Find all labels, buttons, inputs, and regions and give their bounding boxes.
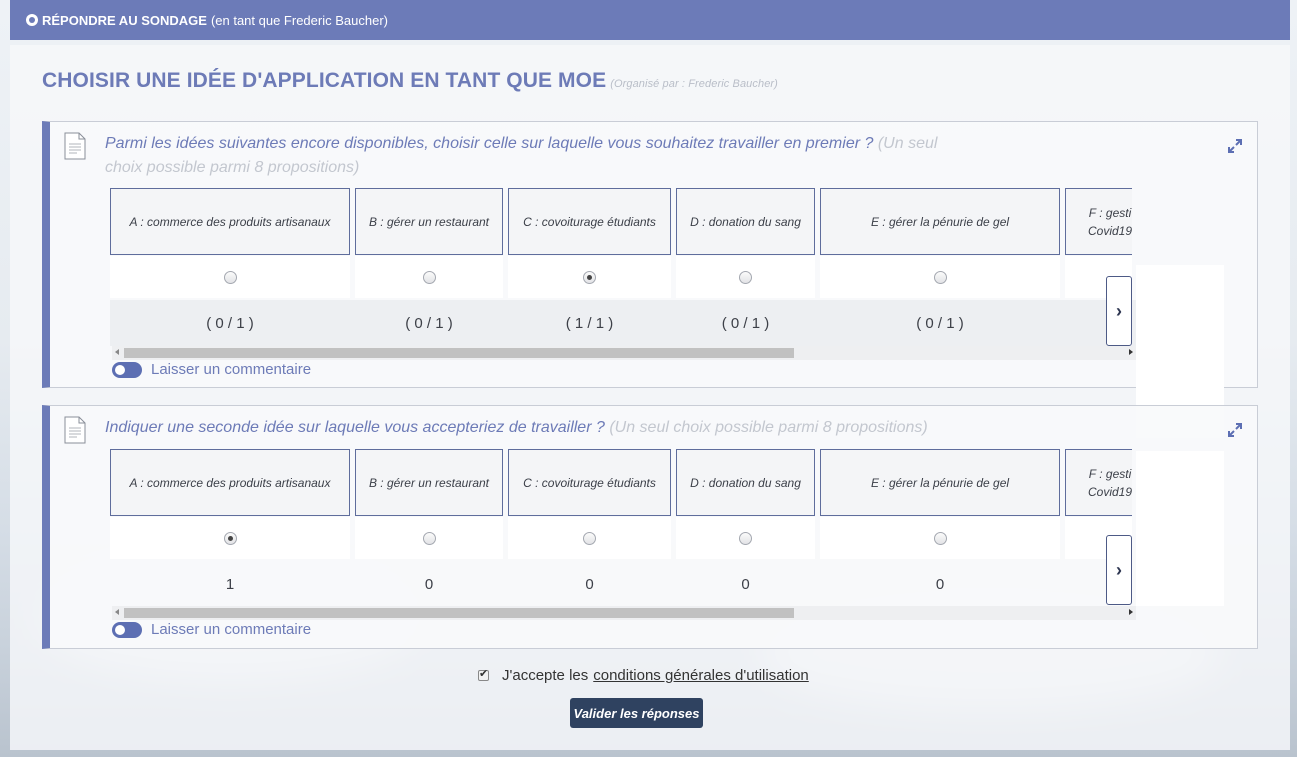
option-header: D : donation du sang: [676, 188, 815, 255]
comment-label: Laisser un commentaire: [151, 621, 312, 638]
options-count-row: 1 0 0 0 0: [110, 561, 1137, 607]
option-header: A : commerce des produits artisanaux: [110, 188, 350, 255]
comment-toggle[interactable]: Laisser un commentaire: [112, 621, 311, 638]
option-count: ( 0 / 1 ): [721, 314, 770, 332]
globe-icon: [26, 14, 38, 26]
option-radio[interactable]: [739, 270, 752, 284]
comment-label: Laisser un commentaire: [151, 361, 312, 378]
question-text: Indiquer une seconde idée sur laquelle v…: [105, 416, 1105, 440]
horizontal-scrollbar[interactable]: [112, 606, 1136, 620]
options-header-row: A : commerce des produits artisanaux B :…: [110, 188, 1137, 255]
option-radio[interactable]: [739, 531, 752, 545]
expand-icon[interactable]: [1227, 138, 1243, 154]
option-radio[interactable]: [583, 531, 596, 545]
header-subtitle: (en tant que Frederic Baucher): [210, 12, 388, 28]
comment-toggle[interactable]: Laisser un commentaire: [112, 361, 311, 378]
option-count: 0: [585, 575, 594, 593]
scroll-next-button[interactable]: ›: [1106, 276, 1132, 346]
scrollbar-thumb[interactable]: [124, 608, 794, 618]
horizontal-scrollbar[interactable]: [112, 346, 1136, 360]
terms-acceptance: J'accepte les conditions générales d'uti…: [478, 667, 809, 684]
document-icon: [64, 132, 86, 160]
toggle-switch[interactable]: [112, 621, 142, 638]
scroll-next-button[interactable]: ›: [1106, 535, 1132, 605]
scrollbar-thumb[interactable]: [124, 348, 794, 358]
option-count: 0: [935, 575, 945, 593]
options-header-row: A : commerce des produits artisanaux B :…: [110, 449, 1137, 516]
header-title: RÉPONDRE AU SONDAGE: [42, 12, 207, 28]
option-radio-selected[interactable]: [583, 270, 596, 284]
survey-title: CHOISIR UNE IDÉE D'APPLICATION EN TANT Q…: [42, 69, 778, 93]
document-icon: [64, 416, 86, 444]
toggle-switch[interactable]: [112, 361, 142, 378]
option-header: A : commerce des produits artisanaux: [110, 449, 350, 516]
options-radio-row: [110, 256, 1137, 298]
option-count: 0: [741, 575, 750, 593]
question-label: Parmi les idées suivantes encore disponi…: [105, 135, 874, 152]
option-header: C : covoiturage étudiants: [508, 449, 671, 516]
option-header: C : covoiturage étudiants: [508, 188, 671, 255]
option-count: 0: [424, 575, 434, 593]
survey-organizer: (Organisé par : Frederic Baucher): [610, 78, 778, 90]
option-count: ( 1 / 1 ): [565, 314, 614, 332]
terms-checkbox[interactable]: [478, 667, 489, 681]
option-header: F : gesti Covid19: [1065, 188, 1132, 255]
survey-title-text: CHOISIR UNE IDÉE D'APPLICATION EN TANT Q…: [42, 69, 607, 92]
option-radio[interactable]: [933, 531, 947, 545]
submit-button[interactable]: Valider les réponses: [570, 698, 703, 728]
scroll-left-icon[interactable]: [115, 609, 119, 615]
option-header: E : gérer la pénurie de gel: [820, 188, 1060, 255]
option-count: ( 0 / 1 ): [206, 314, 254, 332]
option-header: B : gérer un restaurant: [355, 449, 503, 516]
option-count: ( 0 / 1 ): [405, 314, 453, 332]
option-radio[interactable]: [422, 270, 436, 284]
options-count-row: ( 0 / 1 ) ( 0 / 1 ) ( 1 / 1 ) ( 0 / 1 ) …: [110, 300, 1137, 346]
scroll-right-icon[interactable]: [1129, 609, 1133, 615]
option-radio-selected[interactable]: [223, 531, 237, 545]
question-block-1: Parmi les idées suivantes encore disponi…: [42, 121, 1258, 438]
question-block-2: Indiquer une seconde idée sur laquelle v…: [42, 405, 1258, 649]
grid-overflow-cover: [1136, 451, 1224, 606]
terms-link[interactable]: conditions générales d'utilisation: [593, 667, 809, 684]
option-radio[interactable]: [223, 270, 237, 284]
option-count: 1: [225, 575, 235, 593]
option-radio[interactable]: [422, 531, 436, 545]
option-count: ( 0 / 1 ): [916, 314, 964, 332]
scroll-left-icon[interactable]: [115, 349, 119, 355]
option-header: B : gérer un restaurant: [355, 188, 503, 255]
option-radio[interactable]: [933, 270, 947, 284]
survey-panel: CHOISIR UNE IDÉE D'APPLICATION EN TANT Q…: [10, 45, 1290, 750]
option-header: F : gesti Covid19: [1065, 449, 1132, 516]
expand-icon[interactable]: [1227, 422, 1243, 438]
chevron-right-icon: ›: [1116, 300, 1122, 321]
terms-prefix: J'accepte les: [502, 667, 589, 684]
chevron-right-icon: ›: [1116, 559, 1122, 580]
scroll-right-icon[interactable]: [1129, 349, 1133, 355]
option-header: D : donation du sang: [676, 449, 815, 516]
question-hint: (Un seul choix possible parmi 8 proposit…: [609, 419, 928, 436]
question-label: Indiquer une seconde idée sur laquelle v…: [105, 419, 605, 436]
options-radio-row: [110, 517, 1137, 559]
question-text: Parmi les idées suivantes encore disponi…: [105, 132, 955, 180]
option-header: E : gérer la pénurie de gel: [820, 449, 1060, 516]
survey-header-bar: RÉPONDRE AU SONDAGE (en tant que Frederi…: [10, 0, 1290, 40]
